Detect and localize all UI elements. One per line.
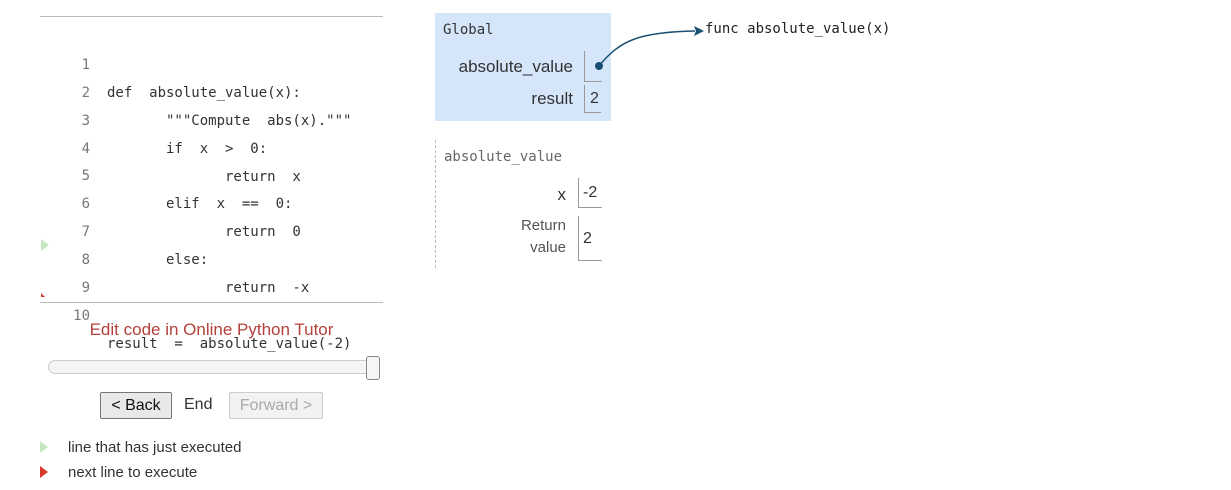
pointer-line — [598, 30, 696, 67]
arrowhead-icon — [694, 26, 704, 36]
pointer-arrow — [595, 26, 704, 70]
